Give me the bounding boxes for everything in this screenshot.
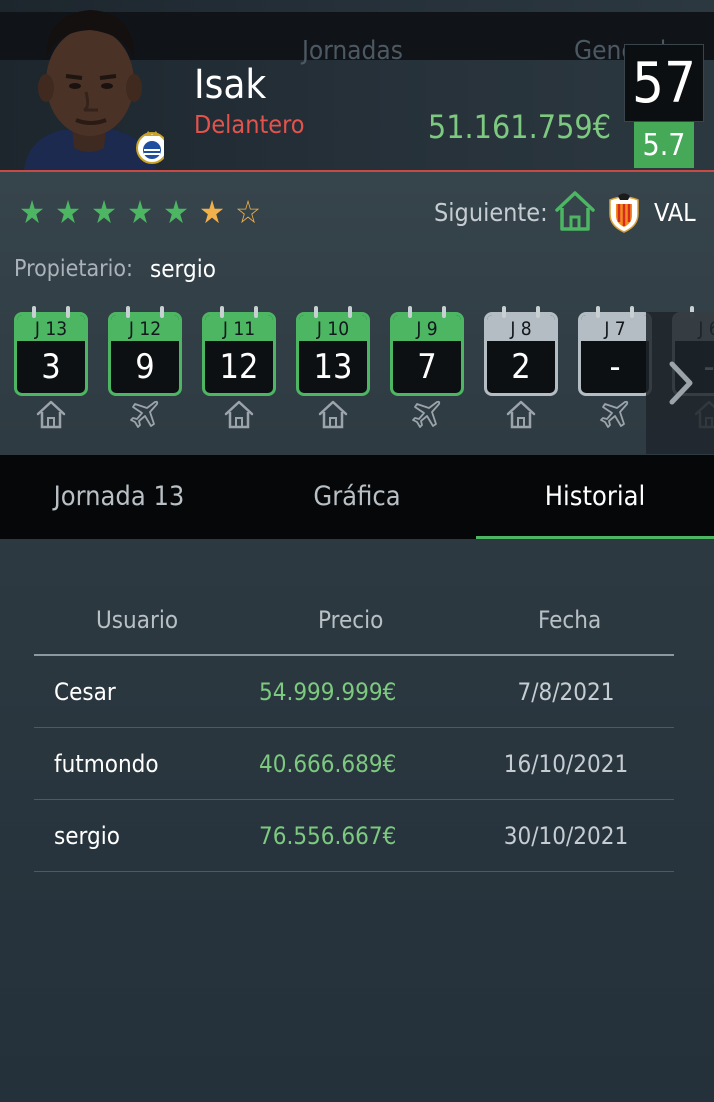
column-header-fecha: Fecha	[538, 606, 602, 634]
plane-icon	[412, 400, 441, 428]
star-filled-icon: ★	[127, 193, 153, 231]
home-icon	[318, 400, 348, 429]
round-label: J 10	[299, 315, 367, 341]
round-points: 12	[219, 347, 259, 387]
calendar-ring	[126, 306, 130, 318]
round-item[interactable]: J 11 12	[202, 306, 276, 429]
round-calendar: J 11 12	[202, 312, 276, 396]
table-header: Usuario Precio Fecha	[34, 590, 674, 656]
round-points: 2	[511, 347, 531, 387]
detail-tabs: Jornada 13 Gráfica Historial	[0, 455, 714, 539]
calendar-ring	[220, 306, 224, 318]
column-header-precio: Precio	[318, 606, 384, 634]
round-points: -	[609, 347, 621, 387]
tab-jornada[interactable]: Jornada 13	[0, 455, 238, 539]
row-user: Cesar	[54, 678, 116, 706]
calendar-ring	[254, 306, 258, 318]
player-position: Delantero	[194, 110, 305, 139]
owner-name[interactable]: sergio	[150, 255, 216, 283]
valencia-crest-icon	[609, 193, 639, 233]
calendar-ring	[314, 306, 318, 318]
round-points: 7	[417, 347, 437, 387]
round-item[interactable]: J 7 -	[578, 306, 652, 428]
plane-icon	[600, 400, 629, 428]
row-date: 16/10/2021	[503, 750, 629, 778]
star-filled-icon: ★	[91, 193, 117, 231]
calendar-ring	[408, 306, 412, 318]
round-calendar: J 12 9	[108, 312, 182, 396]
rounds-strip[interactable]: J 133J 129J 1112J 1013J 97J 82J 7-J 6-	[0, 306, 714, 454]
round-points: 13	[313, 347, 353, 387]
calendar-ring	[536, 306, 540, 318]
plane-icon	[130, 400, 159, 428]
table-row: sergio 76.556.667€ 30/10/2021	[34, 800, 674, 872]
next-opponent-code: VAL	[654, 198, 696, 227]
history-table: Usuario Precio Fecha Cesar 54.999.999€ 7…	[34, 590, 674, 872]
chevron-right-icon[interactable]	[664, 360, 698, 406]
table-row: futmondo 40.666.689€ 16/10/2021	[34, 728, 674, 800]
round-label: J 11	[205, 315, 273, 341]
home-icon	[555, 191, 595, 231]
table-row: Cesar 54.999.999€ 7/8/2021	[34, 656, 674, 728]
row-user: sergio	[54, 822, 120, 850]
home-icon	[36, 400, 66, 429]
tab-historial[interactable]: Historial	[476, 455, 714, 539]
star-filled-icon: ★	[163, 193, 189, 231]
round-label: J 13	[17, 315, 85, 341]
round-calendar: J 82	[484, 312, 558, 396]
calendar-ring	[596, 306, 600, 318]
average-points-box: 5.7	[634, 122, 694, 168]
calendar-ring	[348, 306, 352, 318]
star-half-icon: ★	[199, 193, 225, 231]
round-label: J 8	[487, 315, 555, 341]
calendar-ring	[66, 306, 70, 318]
calendar-ring	[502, 306, 506, 318]
owner-label: Propietario:	[14, 256, 134, 282]
tab-grafica[interactable]: Gráfica	[238, 455, 476, 539]
round-points: 9	[135, 347, 155, 387]
round-calendar: J 7 -	[578, 312, 652, 396]
player-market-value: 51.161.759€	[427, 108, 611, 146]
round-item[interactable]: J 13 3	[14, 306, 88, 429]
player-name: Isak	[194, 62, 267, 108]
round-calendar: J 10 13	[296, 312, 370, 396]
row-date: 30/10/2021	[503, 822, 629, 850]
column-header-usuario: Usuario	[96, 606, 179, 634]
row-price: 76.556.667€	[259, 822, 397, 850]
round-item[interactable]: J 10 13	[296, 306, 370, 429]
round-label: J 9	[393, 315, 461, 341]
home-icon	[506, 400, 536, 429]
star-filled-icon: ★	[19, 193, 45, 231]
star-filled-icon: ★	[55, 193, 81, 231]
round-label: J 7	[581, 315, 649, 341]
tab-jornadas-background: Jornadas	[302, 36, 403, 66]
round-calendar: J 13 3	[14, 312, 88, 396]
home-icon	[224, 400, 254, 429]
star-empty-icon: ☆	[235, 193, 261, 231]
rating-stars: ★ ★ ★ ★ ★ ★ ☆	[16, 194, 264, 230]
total-points-box: 57	[624, 44, 704, 122]
round-item[interactable]: J 82	[484, 306, 558, 429]
player-photo	[24, 10, 164, 170]
calendar-ring	[630, 306, 634, 318]
row-price: 54.999.999€	[259, 678, 397, 706]
round-item[interactable]: J 12 9	[108, 306, 182, 428]
row-user: futmondo	[54, 750, 159, 778]
player-header: Jornadas General Isak Delantero 51.161.7…	[0, 0, 714, 172]
round-label: J 12	[111, 315, 179, 341]
round-item[interactable]: J 97	[390, 306, 464, 428]
next-match-label: Siguiente:	[434, 198, 548, 227]
round-points: 3	[41, 347, 61, 387]
round-calendar: J 97	[390, 312, 464, 396]
calendar-ring	[442, 306, 446, 318]
row-price: 40.666.689€	[259, 750, 397, 778]
calendar-ring	[160, 306, 164, 318]
row-date: 7/8/2021	[517, 678, 615, 706]
calendar-ring	[32, 306, 36, 318]
